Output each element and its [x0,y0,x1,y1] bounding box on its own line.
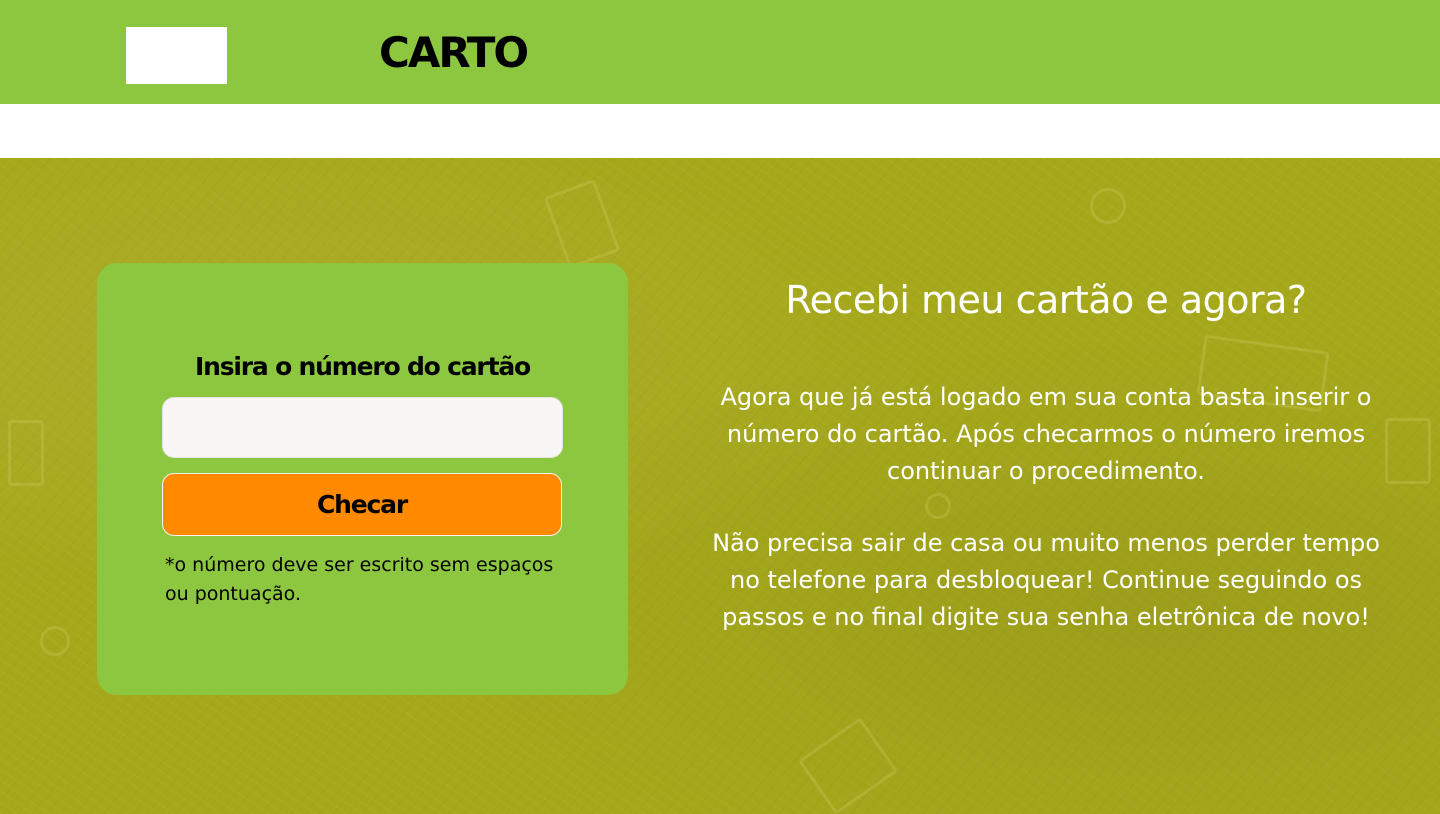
decorative-doodle [1090,188,1126,224]
info-heading: Recebi meu cartão e agora? [785,278,1307,322]
info-paragraph-1: Agora que já está logado em sua conta ba… [720,383,1372,485]
card-number-input[interactable] [162,397,563,458]
card-form-panel: Insira o número do cartão Checar *o núme… [97,263,628,695]
decorative-doodle [1385,418,1431,484]
check-button[interactable]: Checar [162,473,562,536]
decorative-doodle [543,179,621,269]
info-panel: Recebi meu cartão e agora? Agora que já … [710,268,1382,636]
decorative-doodle [40,626,70,656]
brand-title: CARTO [379,28,529,77]
decorative-doodle [8,420,44,486]
hero-section: Insira o número do cartão Checar *o núme… [0,158,1440,814]
logo[interactable] [126,27,227,84]
decorative-doodle [797,717,899,814]
input-hint: *o número deve ser escrito sem espaços o… [165,554,554,605]
nav-strip [0,104,1440,158]
top-header: CARTO [0,0,1440,104]
info-paragraph-2: Não precisa sair de casa ou muito menos … [712,529,1380,631]
card-number-label: Insira o número do cartão [195,352,531,381]
